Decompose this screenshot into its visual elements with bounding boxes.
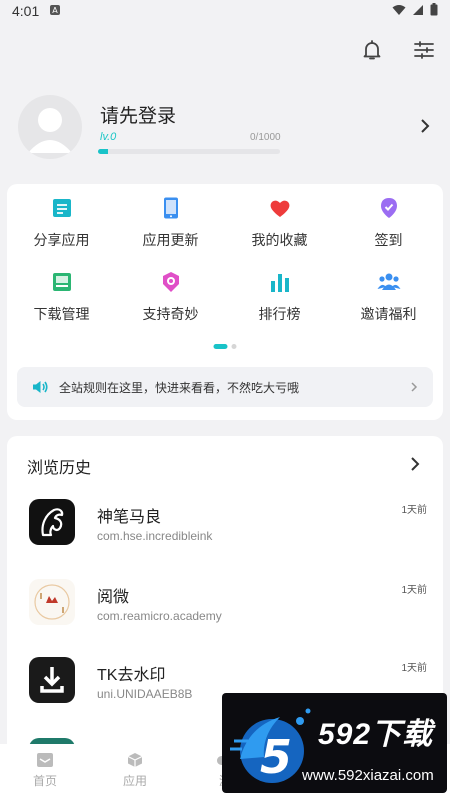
grid-item-download-manager[interactable]: 下载管理 (7, 270, 116, 324)
status-bar: 4:01 A (0, 0, 450, 22)
nav-home[interactable]: 首页 (0, 744, 90, 800)
cube-icon (126, 752, 144, 768)
level-progress-bar (98, 149, 280, 154)
app-name: 神笔马良 (97, 509, 162, 526)
bar-chart-icon (268, 270, 292, 294)
app-time: 1天前 (401, 585, 427, 596)
grid-item-label: 支持奇妙 (142, 306, 199, 322)
grid-item-favorites[interactable]: 我的收藏 (225, 196, 334, 250)
battery-icon (430, 3, 438, 19)
heart-icon (268, 196, 292, 220)
bell-icon[interactable] (360, 38, 384, 62)
app-package: uni.UNIDAAEB8B (97, 687, 193, 701)
notice-bar[interactable]: 全站规则在这里，快进来看看，不然吃大亏哦 (17, 367, 433, 407)
yuewei-app-icon (29, 579, 75, 625)
app-package: com.reamicro.academy (97, 609, 222, 623)
app-name: TK去水印 (97, 667, 166, 684)
home-icon (36, 752, 54, 768)
function-grid: 分享应用 应用更新 我的收藏 签到 下载管理 支持奇妙 排行榜 邀请福利 (7, 196, 443, 324)
history-title: 浏览历史 (27, 460, 92, 477)
checkin-shield-icon (377, 196, 401, 220)
watermark-brand: 592下载 (318, 718, 434, 751)
horse-app-icon (29, 499, 75, 545)
nav-apps[interactable]: 应用 (90, 744, 180, 800)
settings-sliders-icon[interactable] (412, 38, 436, 62)
chevron-right-icon[interactable] (418, 117, 432, 135)
speaker-icon (31, 378, 49, 396)
chevron-right-icon (409, 381, 419, 393)
svg-text:A: A (53, 6, 59, 15)
chevron-right-icon[interactable] (409, 456, 421, 472)
history-app-row[interactable]: 阅微 com.reamicro.academy 1天前 (27, 579, 427, 639)
watermark-url: www.592xiazai.com (302, 767, 434, 784)
nav-label: 首页 (32, 774, 57, 788)
grid-item-support[interactable]: 支持奇妙 (116, 270, 225, 324)
grid-item-label: 应用更新 (142, 232, 199, 248)
wifi-icon (392, 3, 406, 19)
grid-item-label: 邀请福利 (360, 306, 417, 322)
grid-item-label: 下载管理 (33, 306, 90, 322)
download-tray-icon (50, 270, 74, 294)
app-name: 阅微 (97, 589, 130, 606)
experience-count: 0/1000 (250, 132, 281, 143)
grid-item-label: 签到 (374, 232, 403, 248)
grid-item-share-app[interactable]: 分享应用 (7, 196, 116, 250)
user-level: lv.0 (100, 131, 117, 143)
grid-item-ranking[interactable]: 排行榜 (225, 270, 334, 324)
status-time: 4:01 (12, 3, 40, 19)
top-actions (360, 38, 436, 62)
profile-header[interactable]: 请先登录 lv.0 0/1000 (18, 95, 438, 165)
support-icon (159, 270, 183, 294)
login-prompt[interactable]: 请先登录 (100, 101, 176, 128)
grid-item-checkin[interactable]: 签到 (334, 196, 443, 250)
function-grid-card: 分享应用 应用更新 我的收藏 签到 下载管理 支持奇妙 排行榜 邀请福利 全站规… (7, 184, 443, 420)
notification-a-icon: A (49, 3, 61, 19)
grid-item-invite[interactable]: 邀请福利 (334, 270, 443, 324)
watermark: 5 592下载 www.592xiazai.com (222, 693, 447, 793)
history-app-row[interactable]: 神笔马良 com.hse.incredibleink 1天前 (27, 499, 427, 559)
level-progress-fill (98, 149, 108, 154)
grid-item-label: 我的收藏 (251, 232, 308, 248)
page-dot-active (213, 344, 228, 349)
app-package: com.hse.incredibleink (97, 529, 213, 543)
group-icon (377, 270, 401, 294)
phone-icon (159, 196, 183, 220)
download-app-icon (29, 657, 75, 703)
signal-icon (412, 3, 424, 19)
nav-label: 应用 (122, 774, 147, 788)
notice-text: 全站规则在这里，快进来看看，不然吃大亏哦 (59, 380, 300, 395)
page-dot (231, 344, 237, 349)
share-doc-icon (50, 196, 74, 220)
grid-item-app-update[interactable]: 应用更新 (116, 196, 225, 250)
grid-item-label: 排行榜 (258, 306, 301, 322)
svg-text:5: 5 (260, 730, 292, 784)
page-indicator (213, 344, 237, 349)
avatar[interactable] (18, 95, 82, 159)
grid-item-label: 分享应用 (33, 232, 90, 248)
app-time: 1天前 (401, 505, 427, 516)
app-time: 1天前 (401, 663, 427, 674)
